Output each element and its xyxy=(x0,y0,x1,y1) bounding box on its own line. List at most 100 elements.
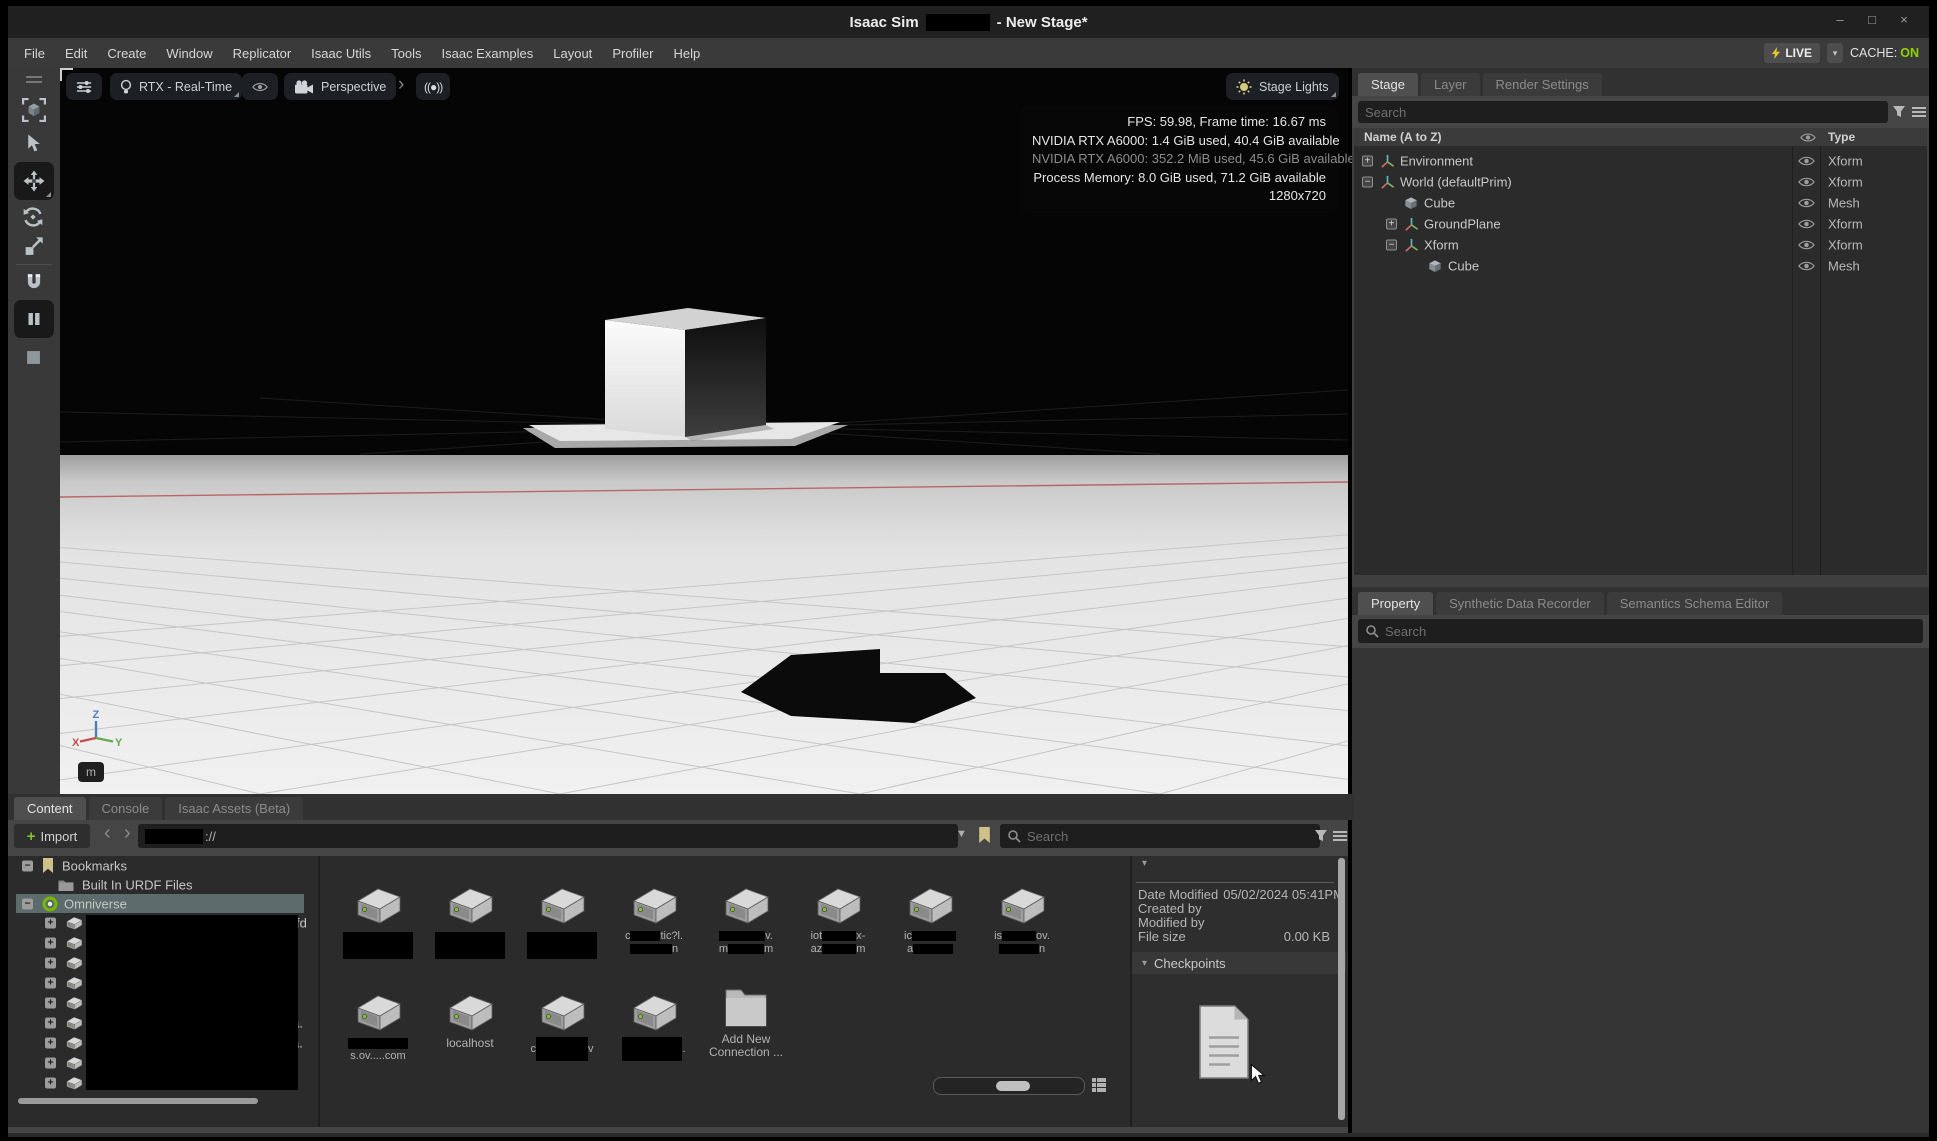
collapse-icon[interactable]: − xyxy=(22,899,33,910)
expand-icon[interactable]: + xyxy=(45,938,56,949)
tree-horizontal-scrollbar[interactable] xyxy=(18,1098,258,1104)
visibility-eye-icon[interactable] xyxy=(1798,239,1815,251)
table-row[interactable]: + Environment Xform xyxy=(1354,150,1927,171)
details-scrollbar[interactable] xyxy=(1338,858,1345,1120)
table-row[interactable]: − World (defaultPrim) Xform xyxy=(1354,171,1927,192)
path-input[interactable]: :// xyxy=(138,824,958,848)
tab-property[interactable]: Property xyxy=(1358,592,1433,615)
expand-icon[interactable]: + xyxy=(1362,155,1373,166)
import-button[interactable]: + Import xyxy=(14,824,90,848)
live-dropdown-button[interactable]: ▾ xyxy=(1827,43,1843,63)
grid-item-server[interactable]: ic a xyxy=(886,885,974,955)
move-tool-button[interactable] xyxy=(14,162,54,200)
grid-item-server[interactable] xyxy=(334,885,422,959)
grid-item-server[interactable] xyxy=(426,885,514,959)
property-search-input[interactable]: Search xyxy=(1358,619,1923,643)
close-button[interactable]: × xyxy=(1893,12,1915,27)
toolbar-grip-icon[interactable] xyxy=(26,76,42,84)
table-row[interactable]: Cube Mesh xyxy=(1354,255,1927,276)
visibility-eye-icon[interactable] xyxy=(1798,197,1815,209)
expand-icon[interactable]: + xyxy=(45,1058,56,1069)
menu-tools[interactable]: Tools xyxy=(381,38,431,68)
scale-tool-icon[interactable] xyxy=(24,236,44,256)
tree-item-bookmarks[interactable]: − Bookmarks xyxy=(8,856,308,876)
tab-console[interactable]: Console xyxy=(89,797,163,820)
maximize-button[interactable]: □ xyxy=(1861,12,1883,27)
grid-item-server[interactable]: iotx- azm xyxy=(794,885,882,955)
tab-isaac-assets[interactable]: Isaac Assets (Beta) xyxy=(165,797,303,820)
thumbnail-size-slider[interactable] xyxy=(933,1077,1085,1095)
grid-item-server[interactable]: . xyxy=(610,992,698,1061)
menu-file[interactable]: File xyxy=(14,38,55,68)
menu-layout[interactable]: Layout xyxy=(543,38,602,68)
live-sync-button[interactable]: LIVE xyxy=(1764,43,1820,63)
nav-back-icon[interactable]: ‹ xyxy=(104,822,111,845)
bookmark-icon[interactable] xyxy=(978,827,991,844)
content-search-input[interactable]: Search xyxy=(1000,824,1320,848)
tab-stage[interactable]: Stage xyxy=(1358,73,1418,96)
grid-item-server[interactable] xyxy=(518,885,606,959)
menu-edit[interactable]: Edit xyxy=(55,38,97,68)
expand-icon[interactable]: + xyxy=(45,958,56,969)
nav-forward-icon[interactable]: › xyxy=(124,822,131,845)
details-collapse-icon[interactable]: ▾ xyxy=(1142,858,1147,869)
viewport-settings-button[interactable] xyxy=(66,73,102,100)
expand-icon[interactable]: + xyxy=(45,1038,56,1049)
grid-item-localhost[interactable]: localhost xyxy=(426,992,514,1050)
grid-item-server[interactable]: s.ov.....com xyxy=(334,992,422,1062)
tab-content[interactable]: Content xyxy=(14,797,86,820)
visibility-eye-icon[interactable] xyxy=(1798,260,1815,272)
grid-view-icon[interactable] xyxy=(1092,1078,1106,1092)
collapse-icon[interactable]: − xyxy=(1386,239,1397,250)
expand-icon[interactable]: + xyxy=(45,998,56,1009)
menu-isaac-examples[interactable]: Isaac Examples xyxy=(432,38,544,68)
expand-icon[interactable]: + xyxy=(1386,218,1397,229)
expand-icon[interactable]: + xyxy=(45,918,56,929)
tree-item-omniverse[interactable]: − Omniverse xyxy=(8,894,308,914)
table-row[interactable]: Cube Mesh xyxy=(1354,192,1927,213)
tab-render-settings[interactable]: Render Settings xyxy=(1483,73,1602,96)
toolbar-flag-chevron-icon[interactable]: › xyxy=(398,74,404,96)
rotate-tool-icon[interactable] xyxy=(22,206,44,228)
grid-item-server[interactable]: ctic?l. n xyxy=(610,885,698,955)
unit-chip[interactable]: m xyxy=(78,762,104,782)
stage-filter-icon[interactable] xyxy=(1892,105,1906,118)
grid-item-server[interactable]: cv xyxy=(518,992,606,1061)
visibility-eye-icon[interactable] xyxy=(1798,218,1815,230)
stage-lights-button[interactable]: Stage Lights xyxy=(1226,73,1339,100)
tab-synthetic-data-recorder[interactable]: Synthetic Data Recorder xyxy=(1436,592,1604,615)
broadcast-button[interactable]: ((●)) xyxy=(416,73,450,100)
expand-icon[interactable]: + xyxy=(45,1018,56,1029)
expand-icon[interactable]: + xyxy=(45,978,56,989)
select-tool-icon[interactable] xyxy=(26,134,41,153)
tab-layer[interactable]: Layer xyxy=(1421,73,1480,96)
collapse-icon[interactable]: − xyxy=(1362,176,1373,187)
tab-semantics-schema-editor[interactable]: Semantics Schema Editor xyxy=(1607,592,1783,615)
checkpoints-section-header[interactable]: ▾ Checkpoints xyxy=(1132,952,1346,974)
menu-isaac-utils[interactable]: Isaac Utils xyxy=(301,38,381,68)
slider-handle[interactable] xyxy=(996,1081,1030,1091)
grid-item-add-connection[interactable]: Add New Connection ... xyxy=(702,984,790,1058)
stop-icon[interactable] xyxy=(26,350,41,365)
content-options-icon[interactable] xyxy=(1333,830,1347,842)
camera-selector[interactable]: Perspective xyxy=(284,73,396,100)
path-dropdown-icon[interactable]: ▼ xyxy=(956,828,967,840)
table-row[interactable]: − Xform Xform xyxy=(1354,234,1927,255)
visibility-eye-icon[interactable] xyxy=(1798,155,1815,167)
visibility-eye-icon[interactable] xyxy=(1798,176,1815,188)
menu-profiler[interactable]: Profiler xyxy=(602,38,663,68)
expand-icon[interactable]: + xyxy=(45,1078,56,1089)
menu-window[interactable]: Window xyxy=(156,38,222,68)
checkpoint-file-icon[interactable] xyxy=(1194,1004,1254,1080)
menu-create[interactable]: Create xyxy=(97,38,156,68)
grid-item-server[interactable]: isov. n xyxy=(978,885,1066,955)
collapse-icon[interactable]: − xyxy=(22,861,33,872)
content-filter-icon[interactable] xyxy=(1314,829,1328,842)
snap-magnet-icon[interactable] xyxy=(24,272,44,292)
menu-replicator[interactable]: Replicator xyxy=(223,38,302,68)
stage-column-header[interactable]: Name (A to Z) Type xyxy=(1354,128,1927,146)
tree-item-urdf[interactable]: Built In URDF Files xyxy=(8,875,308,895)
renderer-selector[interactable]: RTX - Real-Time xyxy=(110,73,242,100)
minimize-button[interactable]: – xyxy=(1829,12,1851,27)
frame-selection-icon[interactable] xyxy=(22,98,46,122)
